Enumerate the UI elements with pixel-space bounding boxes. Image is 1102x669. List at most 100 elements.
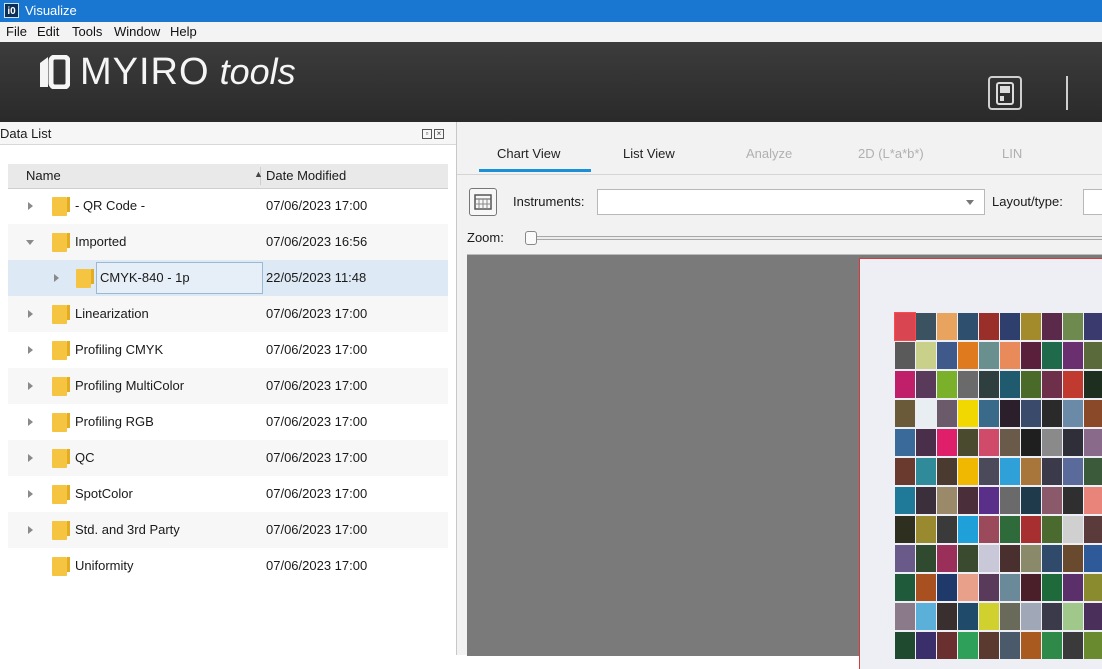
color-patch[interactable] [1021, 487, 1041, 514]
color-patch[interactable] [958, 313, 978, 340]
color-patch[interactable] [1063, 574, 1083, 601]
color-patch[interactable] [1021, 516, 1041, 543]
tree-row[interactable]: Profiling RGB 07/06/2023 17:00 [8, 404, 448, 440]
tree-row-selected[interactable]: CMYK-840 - 1p 22/05/2023 11:48 [8, 260, 448, 296]
color-patch[interactable] [1063, 342, 1083, 369]
color-patch[interactable] [1042, 574, 1062, 601]
expand-arrow-icon[interactable] [28, 526, 33, 534]
color-patch[interactable] [1000, 574, 1020, 601]
color-patch[interactable] [1084, 429, 1102, 456]
color-patch[interactable] [1084, 371, 1102, 398]
color-patch[interactable] [937, 516, 957, 543]
color-patch[interactable] [979, 429, 999, 456]
color-patch[interactable] [958, 545, 978, 572]
color-patch[interactable] [979, 574, 999, 601]
color-patch[interactable] [1042, 342, 1062, 369]
color-patch[interactable] [895, 574, 915, 601]
color-patch[interactable] [937, 545, 957, 572]
color-patch[interactable] [1084, 400, 1102, 427]
color-patch[interactable] [895, 342, 915, 369]
color-patch[interactable] [1021, 313, 1041, 340]
color-patch[interactable] [1042, 429, 1062, 456]
color-patch[interactable] [1042, 487, 1062, 514]
color-patch[interactable] [958, 371, 978, 398]
color-patch[interactable] [937, 458, 957, 485]
close-panel-icon[interactable]: × [434, 129, 444, 139]
color-patch[interactable] [979, 487, 999, 514]
tree-row[interactable]: Uniformity 07/06/2023 17:00 [8, 548, 448, 584]
color-patch[interactable] [916, 429, 936, 456]
color-patch[interactable] [979, 458, 999, 485]
color-patch[interactable] [1063, 603, 1083, 630]
expand-arrow-icon[interactable] [28, 310, 33, 318]
color-patch[interactable] [1084, 458, 1102, 485]
zoom-slider-handle[interactable] [525, 231, 537, 245]
color-patch[interactable] [916, 545, 936, 572]
color-patch[interactable] [1042, 516, 1062, 543]
color-patch[interactable] [916, 458, 936, 485]
color-patch[interactable] [937, 429, 957, 456]
color-patch[interactable] [979, 400, 999, 427]
color-patch[interactable] [916, 313, 936, 340]
color-patch[interactable] [895, 516, 915, 543]
color-patch[interactable] [1084, 574, 1102, 601]
menu-window[interactable]: Window [114, 24, 160, 39]
chart-canvas[interactable] [467, 254, 1102, 669]
color-patch[interactable] [1042, 545, 1062, 572]
instrument-device-button[interactable] [988, 76, 1022, 110]
tree-row[interactable]: - QR Code - 07/06/2023 17:00 [8, 188, 448, 224]
color-patch[interactable] [916, 574, 936, 601]
color-patch[interactable] [1063, 313, 1083, 340]
color-patch[interactable] [1021, 400, 1041, 427]
color-patch[interactable] [958, 516, 978, 543]
color-patch[interactable] [1042, 313, 1062, 340]
expand-arrow-icon[interactable] [28, 454, 33, 462]
color-patch[interactable] [1063, 429, 1083, 456]
instruments-select[interactable] [597, 189, 985, 215]
color-patch[interactable] [1000, 603, 1020, 630]
tree-row[interactable]: Profiling CMYK 07/06/2023 17:00 [8, 332, 448, 368]
color-patch[interactable] [1063, 371, 1083, 398]
color-patch[interactable] [916, 342, 936, 369]
color-patch[interactable] [1021, 603, 1041, 630]
color-patch[interactable] [916, 603, 936, 630]
color-patch[interactable] [958, 429, 978, 456]
color-patch[interactable] [937, 371, 957, 398]
color-patch[interactable] [1042, 603, 1062, 630]
expand-arrow-icon[interactable] [28, 382, 33, 390]
color-patch[interactable] [958, 342, 978, 369]
color-patch[interactable] [895, 458, 915, 485]
color-patch[interactable] [979, 371, 999, 398]
color-patch[interactable] [1063, 516, 1083, 543]
color-patch[interactable] [958, 574, 978, 601]
column-date-header[interactable]: Date Modified [266, 168, 346, 183]
color-patch[interactable] [1000, 371, 1020, 398]
test-chart-page[interactable] [859, 258, 1102, 669]
color-patch[interactable] [979, 516, 999, 543]
color-patch[interactable] [895, 487, 915, 514]
color-patch[interactable] [1063, 458, 1083, 485]
color-patch[interactable] [979, 603, 999, 630]
color-patch[interactable] [1063, 545, 1083, 572]
color-patch[interactable] [1084, 313, 1102, 340]
color-patch[interactable] [937, 400, 957, 427]
instruments-button[interactable] [469, 188, 497, 216]
expand-arrow-icon[interactable] [28, 490, 33, 498]
color-patch[interactable] [1000, 487, 1020, 514]
expand-arrow-icon[interactable] [54, 274, 59, 282]
color-patch[interactable] [895, 400, 915, 427]
color-patch[interactable] [895, 545, 915, 572]
tree-row[interactable]: Linearization 07/06/2023 17:00 [8, 296, 448, 332]
color-patch[interactable] [979, 313, 999, 340]
color-patch[interactable] [937, 342, 957, 369]
tree-row[interactable]: SpotColor 07/06/2023 17:00 [8, 476, 448, 512]
color-patch[interactable] [1021, 574, 1041, 601]
color-patch[interactable] [958, 458, 978, 485]
color-patch[interactable] [916, 400, 936, 427]
color-patch[interactable] [1063, 400, 1083, 427]
expand-arrow-icon[interactable] [28, 418, 33, 426]
zoom-slider[interactable] [533, 236, 1102, 240]
tree-row[interactable]: Profiling MultiColor 07/06/2023 17:00 [8, 368, 448, 404]
menu-tools[interactable]: Tools [72, 24, 102, 39]
color-patch[interactable] [1021, 429, 1041, 456]
